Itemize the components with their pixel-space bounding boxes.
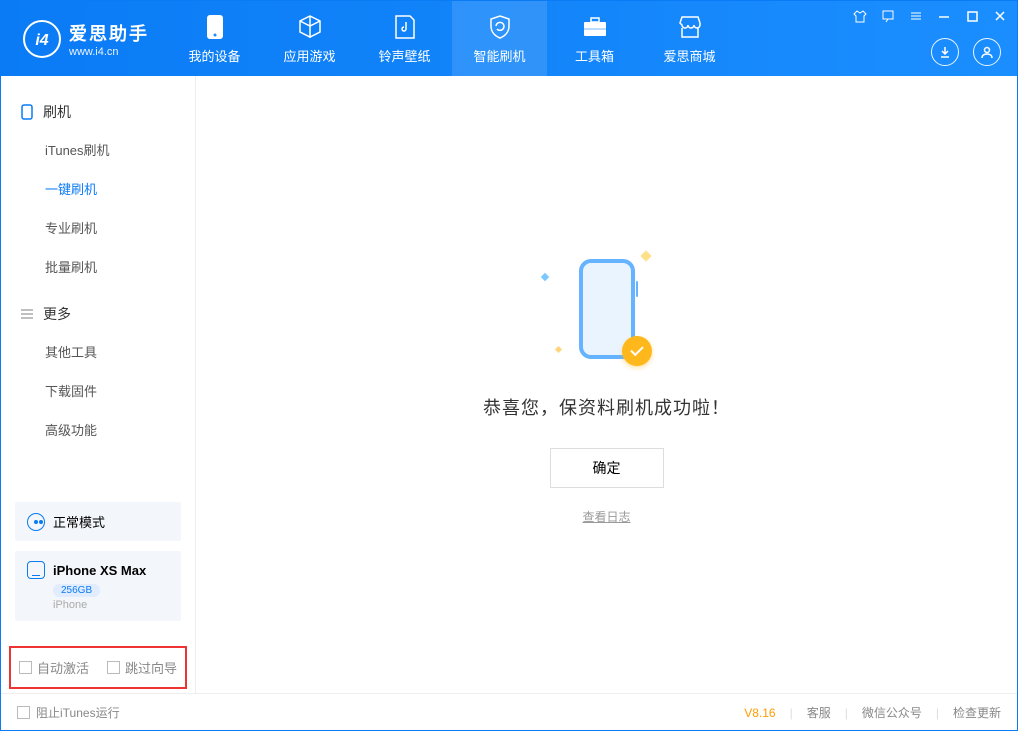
list-icon — [19, 306, 35, 322]
top-tabs: 我的设备 应用游戏 铃声壁纸 智能刷机 工具箱 爱思商城 — [167, 1, 737, 76]
view-log-link[interactable]: 查看日志 — [582, 508, 630, 525]
footer-link-wechat[interactable]: 微信公众号 — [862, 704, 922, 721]
tab-label: 应用游戏 — [283, 46, 335, 65]
check-badge-icon — [622, 336, 652, 366]
feedback-icon[interactable] — [879, 7, 897, 25]
shield-refresh-icon — [486, 13, 514, 41]
mode-icon — [27, 513, 45, 531]
close-button[interactable] — [991, 7, 1009, 25]
device-name: iPhone XS Max — [53, 563, 146, 578]
menu-icon[interactable] — [907, 7, 925, 25]
tab-apps-games[interactable]: 应用游戏 — [262, 1, 357, 76]
sidebar-item-pro-flash[interactable]: 专业刷机 — [1, 208, 195, 247]
logo-block: i4 爱思助手 www.i4.cn — [1, 1, 167, 76]
checkbox-label: 跳过向导 — [125, 658, 177, 677]
store-icon — [676, 13, 704, 41]
sidebar-section-more: 更多 — [1, 296, 195, 332]
mode-label: 正常模式 — [53, 512, 105, 531]
mode-card[interactable]: 正常模式 — [15, 502, 181, 541]
briefcase-icon — [581, 13, 609, 41]
checkbox-icon — [19, 661, 32, 674]
section-title: 更多 — [43, 304, 71, 324]
sidebar-item-oneclick-flash[interactable]: 一键刷机 — [1, 169, 195, 208]
tab-smart-flash[interactable]: 智能刷机 — [452, 1, 547, 76]
section-title: 刷机 — [43, 102, 71, 122]
footer-link-support[interactable]: 客服 — [807, 704, 831, 721]
main-content: 恭喜您，保资料刷机成功啦！ 确定 查看日志 — [196, 76, 1017, 693]
checkbox-label: 自动激活 — [37, 658, 89, 677]
sidebar-item-download-firmware[interactable]: 下载固件 — [1, 371, 195, 410]
tab-ringtone-wallpaper[interactable]: 铃声壁纸 — [357, 1, 452, 76]
minimize-button[interactable] — [935, 7, 953, 25]
music-file-icon — [391, 13, 419, 41]
tab-my-device[interactable]: 我的设备 — [167, 1, 262, 76]
version-label: V8.16 — [744, 706, 775, 720]
checkbox-icon — [17, 706, 30, 719]
device-icon — [201, 13, 229, 41]
checkbox-skip-wizard[interactable]: 跳过向导 — [107, 658, 177, 677]
sidebar: 刷机 iTunes刷机 一键刷机 专业刷机 批量刷机 更多 其他工具 下载固件 … — [1, 76, 196, 693]
sidebar-item-advanced[interactable]: 高级功能 — [1, 410, 195, 449]
checkbox-icon — [107, 661, 120, 674]
tab-label: 爱思商城 — [663, 46, 715, 65]
device-capacity: 256GB — [53, 584, 100, 597]
shirt-icon[interactable] — [851, 7, 869, 25]
ok-button[interactable]: 确定 — [550, 448, 664, 488]
tab-label: 智能刷机 — [473, 46, 525, 65]
device-card[interactable]: iPhone XS Max 256GB iPhone — [15, 551, 181, 621]
tab-label: 铃声壁纸 — [378, 46, 430, 65]
tab-store[interactable]: 爱思商城 — [642, 1, 737, 76]
header-bar: i4 爱思助手 www.i4.cn 我的设备 应用游戏 铃声壁纸 智能刷机 工具… — [1, 1, 1017, 76]
user-button[interactable] — [973, 38, 1001, 66]
sidebar-item-batch-flash[interactable]: 批量刷机 — [1, 247, 195, 286]
highlighted-options: 自动激活 跳过向导 — [9, 646, 187, 689]
app-name: 爱思助手 — [69, 20, 149, 46]
checkbox-block-itunes[interactable]: 阻止iTunes运行 — [17, 704, 120, 721]
tab-label: 工具箱 — [575, 46, 614, 65]
success-message: 恭喜您，保资料刷机成功啦！ — [483, 394, 730, 420]
download-button[interactable] — [931, 38, 959, 66]
success-illustration — [532, 244, 682, 374]
app-url: www.i4.cn — [69, 46, 149, 58]
footer-link-update[interactable]: 检查更新 — [953, 704, 1001, 721]
maximize-button[interactable] — [963, 7, 981, 25]
sidebar-item-itunes-flash[interactable]: iTunes刷机 — [1, 130, 195, 169]
checkbox-auto-activate[interactable]: 自动激活 — [19, 658, 89, 677]
cube-icon — [296, 13, 324, 41]
device-small-icon — [27, 561, 45, 579]
tab-label: 我的设备 — [188, 46, 240, 65]
sidebar-item-other-tools[interactable]: 其他工具 — [1, 332, 195, 371]
checkbox-label: 阻止iTunes运行 — [36, 704, 120, 721]
tab-toolbox[interactable]: 工具箱 — [547, 1, 642, 76]
phone-icon — [19, 104, 35, 120]
footer-bar: 阻止iTunes运行 V8.16 | 客服 | 微信公众号 | 检查更新 — [1, 693, 1017, 731]
svg-text:i4: i4 — [35, 32, 48, 49]
device-type: iPhone — [53, 599, 169, 611]
sidebar-section-flash: 刷机 — [1, 94, 195, 130]
logo-icon: i4 — [23, 20, 61, 58]
